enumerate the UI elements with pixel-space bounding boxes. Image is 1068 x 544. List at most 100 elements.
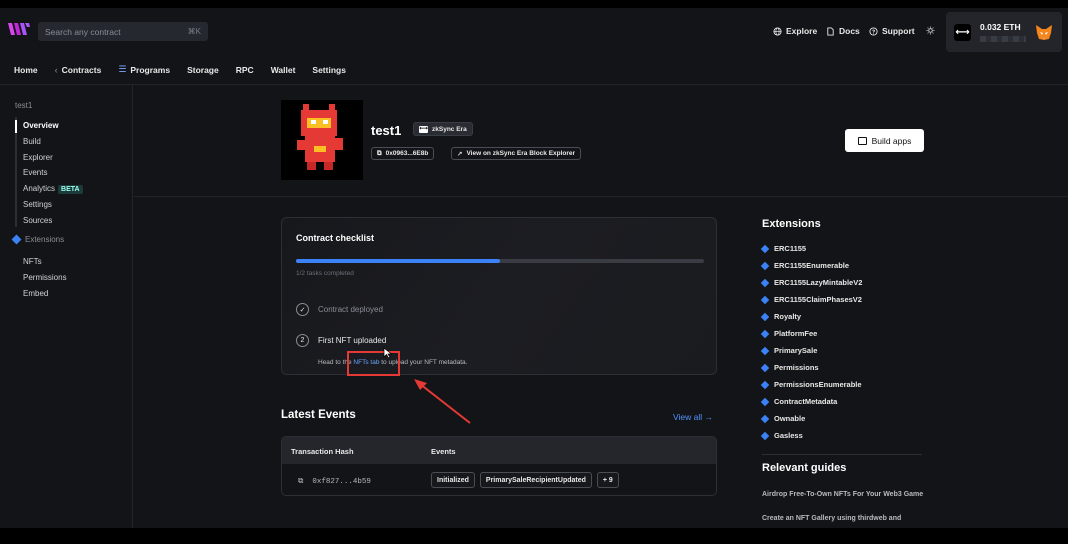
nav-contracts-label: Contracts: [61, 64, 102, 75]
step1-label: Contract deployed: [318, 305, 383, 314]
sidebar-item-overview[interactable]: Overview: [23, 121, 59, 130]
checklist-progress-fill: [296, 259, 500, 263]
extension-item[interactable]: Royalty: [760, 308, 862, 325]
extension-label: Royalty: [774, 312, 802, 321]
diamond-icon: [760, 346, 770, 355]
diamond-icon: [760, 278, 770, 287]
extension-label: ERC1155ClaimPhasesV2: [774, 295, 862, 304]
latest-events-title: Latest Events: [281, 409, 356, 421]
sidebar-item-build[interactable]: Build: [23, 137, 41, 146]
search-shortcut: ⌘K: [187, 27, 201, 36]
table-row-hash[interactable]: ⧉ 0xf827...4b59: [298, 477, 371, 487]
diamond-icon: [760, 261, 770, 270]
diamond-icon: [760, 431, 770, 440]
sidebar-item-nfts[interactable]: NFTs: [23, 257, 42, 266]
top-header: Search any contract ⌘K Explore Docs Supp…: [0, 8, 1068, 56]
sidebar-item-embed[interactable]: Embed: [23, 289, 48, 298]
nav-tab-storage[interactable]: Storage: [187, 65, 219, 75]
extension-label: ERC1155LazyMintableV2: [774, 278, 863, 287]
copy-address-button[interactable]: ⧉ 0x0963...6E8b: [371, 147, 435, 160]
nav-programs-label: Programs: [130, 64, 171, 75]
nav-tab-settings[interactable]: Settings: [312, 65, 346, 75]
nav-tab-rpc[interactable]: RPC: [236, 65, 254, 75]
nav-tab-programs[interactable]: ☰ Programs: [118, 64, 170, 75]
nav-settings-label: Settings: [312, 64, 346, 75]
extension-label: ERC1155Enumerable: [774, 261, 850, 270]
sidebar-extensions-header: Extensions: [11, 234, 64, 245]
document-icon: [827, 26, 834, 36]
explore-link[interactable]: Explore: [773, 26, 817, 36]
theme-toggle[interactable]: [926, 26, 935, 35]
diamond-icon: [760, 329, 770, 338]
app-window: Search any contract ⌘K Explore Docs Supp…: [0, 8, 1068, 528]
docs-link[interactable]: Docs: [826, 26, 860, 36]
nav-divider: [0, 84, 1068, 85]
menu-lines-icon: ☰: [118, 64, 127, 74]
extension-item[interactable]: Permissions: [760, 359, 862, 376]
search-input[interactable]: Search any contract ⌘K: [38, 22, 208, 41]
extension-label: ContractMetadata: [774, 397, 838, 406]
diamond-icon: [760, 414, 770, 423]
chain-name: zkSync Era: [432, 125, 467, 133]
sidebar-item-settings[interactable]: Settings: [23, 200, 52, 209]
contract-address: 0x0963...6E8b: [385, 150, 429, 157]
zksync-chain-icon: ⟷: [954, 24, 971, 41]
support-link[interactable]: Support: [869, 26, 915, 36]
wallet-address-redacted: [980, 36, 1026, 42]
top-letterbox: [0, 0, 1068, 8]
build-apps-button[interactable]: Build apps: [845, 129, 924, 152]
sidebar: test1 Overview Build Explorer Events Ana…: [0, 85, 133, 528]
mouse-cursor-icon: [383, 347, 393, 359]
extensions-title: Extensions: [762, 218, 821, 230]
block-explorer-link[interactable]: ↗ View on zkSync Era Block Explorer: [451, 147, 582, 160]
diamond-icon: [760, 363, 770, 372]
event-tag-primary-sale[interactable]: PrimarySaleRecipientUpdated: [479, 472, 592, 488]
nav-storage-label: Storage: [187, 64, 219, 75]
extension-diamond-icon: [11, 234, 22, 245]
col-transaction-hash: Transaction Hash: [291, 447, 354, 456]
zksync-icon: ⟷: [419, 125, 428, 133]
help-circle-icon: [869, 26, 878, 36]
sidebar-title: test1: [15, 101, 33, 110]
view-all-events-link[interactable]: View all →: [673, 412, 713, 422]
sidebar-item-permissions[interactable]: Permissions: [23, 273, 67, 282]
extension-item[interactable]: ERC1155Enumerable: [760, 257, 862, 274]
guide-link[interactable]: Airdrop Free-To-Own NFTs For Your Web3 G…: [762, 489, 927, 501]
extension-item[interactable]: Ownable: [760, 410, 862, 427]
diamond-icon: [760, 295, 770, 304]
extensions-list: ERC1155 ERC1155Enumerable ERC1155LazyMin…: [760, 240, 863, 444]
nav-tab-contracts[interactable]: ‹ Contracts: [55, 65, 102, 75]
event-tag-initialized[interactable]: Initialized: [431, 472, 475, 488]
docs-label: Docs: [839, 26, 860, 36]
sidebar-item-analytics[interactable]: Analytics BETA: [23, 184, 83, 194]
event-tag-more[interactable]: + 9: [596, 472, 619, 488]
nav-home-label: Home: [14, 64, 38, 75]
extension-item[interactable]: PrimarySale: [760, 342, 862, 359]
beta-badge: BETA: [58, 185, 83, 194]
sun-icon: [926, 26, 935, 35]
metamask-fox-icon: [1036, 25, 1052, 40]
nav-tab-wallet[interactable]: Wallet: [271, 65, 296, 75]
guide-link[interactable]: Create an NFT Gallery using thirdweb and: [762, 513, 927, 528]
events-table-header: Transaction Hash Events: [282, 437, 716, 464]
extension-item[interactable]: PermissionsEnumerable: [760, 376, 862, 393]
sidebar-item-explorer[interactable]: Explorer: [23, 153, 53, 162]
extension-item[interactable]: ERC1155: [760, 240, 862, 257]
chain-badge[interactable]: ⟷ zkSync Era: [413, 122, 473, 136]
nav-rpc-label: RPC: [235, 64, 254, 75]
sidebar-item-sources[interactable]: Sources: [23, 216, 52, 225]
extension-item[interactable]: PlatformFee: [760, 325, 862, 342]
extension-item[interactable]: ContractMetadata: [760, 393, 862, 410]
checklist-title: Contract checklist: [296, 233, 375, 243]
thirdweb-logo[interactable]: [8, 21, 30, 37]
checklist-step-nft-uploaded: 2 First NFT uploaded: [296, 334, 386, 347]
extension-item[interactable]: Gasless: [760, 427, 862, 444]
extension-item[interactable]: ERC1155ClaimPhasesV2: [760, 291, 862, 308]
checklist-progress-bar: [296, 259, 704, 263]
wallet-button[interactable]: ⟷ 0.032 ETH: [946, 12, 1062, 52]
nav-tab-home[interactable]: Home: [14, 65, 38, 75]
extension-item[interactable]: ERC1155LazyMintableV2: [760, 274, 863, 291]
check-circle-icon: ✓: [296, 303, 309, 316]
sidebar-item-events[interactable]: Events: [23, 168, 47, 177]
sidebar-analytics-label: Analytics: [23, 184, 56, 193]
